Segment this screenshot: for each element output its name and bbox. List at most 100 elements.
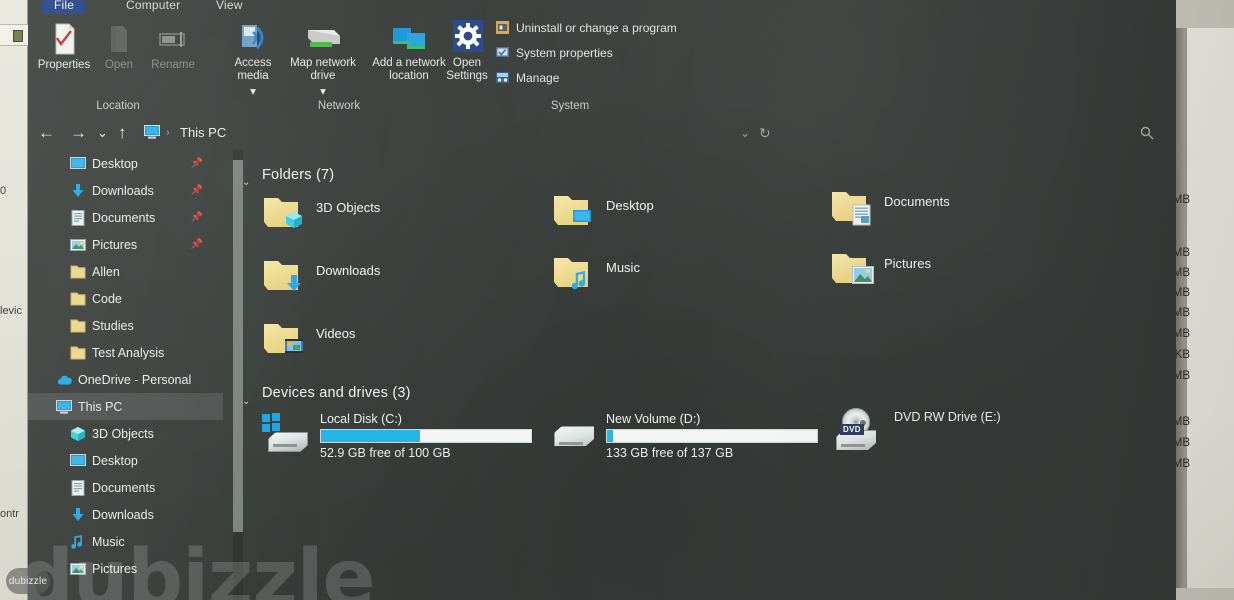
folder-tile-music[interactable]: Music	[552, 254, 640, 296]
folders-group-chevron-icon[interactable]: ⌄	[242, 177, 250, 188]
folder-label-3d-objects: 3D Objects	[316, 200, 381, 215]
folder-label-pictures: Pictures	[884, 256, 931, 271]
sidebar-item-studies-6[interactable]: Studies	[28, 312, 223, 339]
ribbon-rename-button[interactable]: Rename	[140, 22, 206, 72]
ribbon-open-settings-button[interactable]: Open Settings	[434, 20, 500, 82]
folder-tile-documents[interactable]: Documents	[830, 188, 950, 230]
tab-file[interactable]: File	[42, 0, 87, 14]
drive-free-space-c: 52.9 GB free of 100 GB	[320, 446, 451, 460]
ribbon-access-media-button[interactable]: Access media ▾	[220, 20, 286, 100]
pin-icon[interactable]: 📌	[191, 185, 203, 196]
sidebar-item-desktop-0[interactable]: Desktop 📌	[28, 150, 223, 177]
documents-folder-icon	[830, 188, 876, 230]
back-button[interactable]: ←	[38, 118, 55, 148]
desktop-icon	[70, 156, 86, 172]
sidebar-item-this-pc-9[interactable]: This PC	[28, 393, 223, 420]
drive-tile-new-volume-d[interactable]: New Volume (D:) 133 GB free of 137 GB	[548, 412, 818, 460]
music-folder-icon	[552, 254, 598, 296]
ribbon-system-properties-item[interactable]: System properties	[495, 45, 613, 60]
sidebar-item-pictures-3[interactable]: Pictures 📌	[28, 231, 223, 258]
ribbon-uninstall-program-item[interactable]: Uninstall or change a program	[495, 20, 677, 35]
folder-tile-desktop[interactable]: Desktop	[552, 192, 654, 234]
drive-usage-bar-d	[606, 429, 818, 443]
breadcrumb-this-pc[interactable]: This PC	[180, 118, 226, 148]
sidebar-item-label: Documents	[92, 480, 156, 495]
pin-icon[interactable]: 📌	[191, 239, 203, 250]
ribbon-uninstall-program-label: Uninstall or change a program	[516, 20, 677, 35]
devices-group-chevron-icon[interactable]: ⌄	[242, 396, 250, 407]
system-properties-icon	[495, 45, 510, 60]
recent-locations-button[interactable]: ⌄	[97, 118, 108, 148]
sidebar-item-label: Code	[92, 291, 122, 306]
ribbon-open-settings-label-1: Open Settings	[446, 57, 488, 82]
tab-computer[interactable]: Computer	[126, 0, 180, 12]
address-history-chevron-down-icon[interactable]: ⌄	[740, 118, 750, 148]
up-button[interactable]: ↑	[118, 118, 127, 148]
ribbon: Properties Open Rename Location Access m…	[28, 14, 1176, 114]
pictures-folder-icon	[830, 250, 876, 292]
folder-label-music: Music	[606, 260, 640, 275]
this-pc-icon	[56, 399, 72, 415]
sidebar-item-downloads-1[interactable]: Downloads 📌	[28, 177, 223, 204]
sidebar-item-label: Downloads	[92, 507, 154, 522]
map-network-drive-chevron-down-icon[interactable]: ▾	[320, 86, 326, 98]
ribbon-system-properties-label: System properties	[516, 45, 613, 60]
sidebar-item-documents-2[interactable]: Documents 📌	[28, 204, 223, 231]
sidebar-item-downloads-13[interactable]: Downloads	[28, 501, 223, 528]
breadcrumb-separator: ›	[166, 127, 170, 139]
file-explorer-window: File Computer View Properties Open Renam…	[28, 0, 1176, 600]
background-window-left: 0 levic ontr	[0, 0, 28, 600]
navigation-list: Desktop 📌 Downloads 📌 Documents 📌 Pictures 📌 All…	[28, 150, 223, 582]
ribbon-group-system-label: System	[550, 100, 590, 112]
ribbon-manage-label: Manage	[516, 70, 560, 85]
pin-icon[interactable]: 📌	[191, 212, 203, 223]
drive-usage-fill-c	[321, 430, 420, 442]
pin-icon[interactable]: 📌	[191, 158, 203, 169]
dvd-drive-icon: DVD	[836, 408, 888, 452]
sidebar-item-label: Studies	[92, 318, 134, 333]
manage-icon	[495, 70, 510, 85]
folder-icon	[70, 291, 86, 307]
ribbon-manage-item[interactable]: Manage	[495, 70, 559, 85]
3d-objects-icon	[70, 426, 86, 442]
drive-usage-fill-d	[607, 430, 614, 442]
sidebar-item-documents-12[interactable]: Documents	[28, 474, 223, 501]
folder-label-videos: Videos	[316, 326, 356, 341]
forward-button[interactable]: →	[70, 118, 87, 148]
folder-tile-pictures[interactable]: Pictures	[830, 250, 931, 292]
sidebar-item-test-analysis-7[interactable]: Test Analysis	[28, 339, 223, 366]
windows-drive-icon	[262, 412, 314, 456]
tab-view[interactable]: View	[216, 0, 243, 12]
folder-tile-3d-objects[interactable]: 3D Objects	[262, 194, 380, 236]
ribbon-map-network-drive-button[interactable]: Map network drive ▾	[284, 20, 362, 100]
downloads-icon	[70, 507, 86, 523]
access-media-icon	[233, 20, 273, 54]
sidebar-item-label: This PC	[78, 399, 123, 414]
access-media-chevron-down-icon[interactable]: ▾	[250, 86, 256, 98]
sidebar-item-onedrive-personal-8[interactable]: OneDrive - Personal	[28, 366, 223, 393]
folder-label-downloads: Downloads	[316, 263, 381, 278]
sidebar-item-desktop-11[interactable]: Desktop	[28, 447, 223, 474]
open-icon	[99, 22, 139, 56]
ribbon-group-location-label: Location	[96, 100, 140, 112]
sidebar-item-label: Test Analysis	[92, 345, 165, 360]
sidebar-item-pictures-15[interactable]: Pictures	[28, 555, 223, 582]
sidebar-item-3d-objects-10[interactable]: 3D Objects	[28, 420, 223, 447]
drive-tile-dvd-rw-e[interactable]: DVD DVD RW Drive (E:)	[836, 408, 1001, 452]
downloads-icon	[70, 183, 86, 199]
sidebar-item-music-14[interactable]: Music	[28, 528, 223, 555]
folder-label-documents: Documents	[884, 194, 950, 209]
folder-tile-videos[interactable]: Videos	[262, 320, 356, 362]
drive-tile-local-disk-c[interactable]: Local Disk (C:) 52.9 GB free of 100 GB	[262, 412, 532, 460]
3d-objects-folder-icon	[262, 194, 308, 236]
folder-label-desktop: Desktop	[606, 198, 654, 213]
folder-icon	[70, 345, 86, 361]
sidebar-item-label: Allen	[92, 264, 120, 279]
refresh-icon[interactable]: ↻	[759, 118, 771, 148]
screen-photo: 0 levic ontr 90.1 MB 11.6 MB 20.6 MB 40.…	[0, 0, 1234, 600]
search-icon[interactable]	[1140, 126, 1154, 140]
desktop-icon	[70, 453, 86, 469]
sidebar-item-allen-4[interactable]: Allen	[28, 258, 223, 285]
folder-tile-downloads[interactable]: Downloads	[262, 257, 380, 299]
sidebar-item-code-5[interactable]: Code	[28, 285, 223, 312]
